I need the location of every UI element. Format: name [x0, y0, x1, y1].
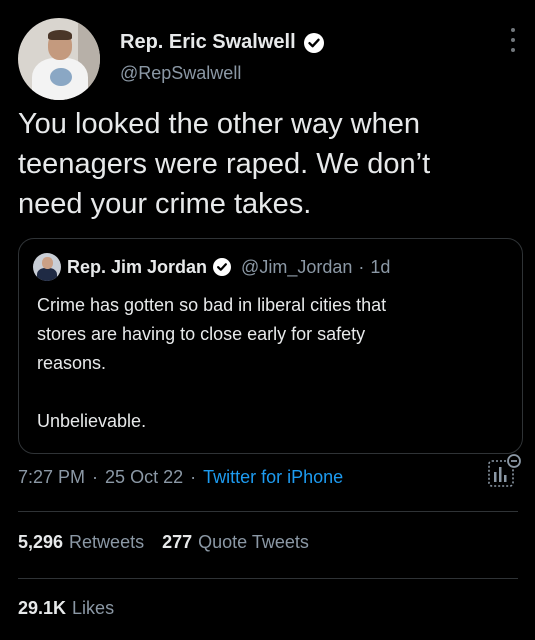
- tweet-metadata: 7:27 PM · 25 Oct 22 · Twitter for iPhone: [18, 467, 343, 488]
- quoted-tweet-header: Rep. Jim Jordan @Jim_Jordan · 1d: [33, 253, 390, 281]
- engagement-stats: 5,296 Retweets 277 Quote Tweets: [18, 532, 309, 553]
- author-avatar[interactable]: [18, 18, 100, 100]
- more-dots-icon[interactable]: [510, 28, 516, 52]
- avatar-hair: [48, 30, 72, 40]
- retweets-label: Retweets: [69, 532, 145, 552]
- verified-badge-icon: [303, 32, 324, 53]
- analytics-icon[interactable]: [486, 452, 522, 490]
- quoted-tweet-text: Crime has gotten so bad in liberal citie…: [37, 295, 387, 431]
- likes-count: 29.1K: [18, 598, 67, 618]
- verified-badge-icon: [213, 258, 232, 276]
- tweet-time[interactable]: 7:27 PM: [18, 467, 85, 488]
- likes-stat[interactable]: 29.1K Likes: [18, 598, 114, 619]
- tweet-text: You looked the other way when teenagers …: [18, 108, 431, 220]
- likes-label: Likes: [72, 598, 115, 618]
- author-handle[interactable]: @RepSwalwell: [120, 63, 241, 84]
- author-name-row: Rep. Eric Swalwell: [120, 31, 324, 54]
- quoted-tweet[interactable]: Rep. Jim Jordan @Jim_Jordan · 1d Crime h…: [18, 238, 523, 454]
- retweets-count: 5,296: [18, 532, 64, 552]
- divider: [18, 511, 518, 512]
- avatar-baby: [50, 68, 72, 86]
- quote-tweets-stat[interactable]: 277 Quote Tweets: [162, 532, 309, 553]
- author-name[interactable]: Rep. Eric Swalwell: [120, 31, 296, 54]
- quoted-timestamp: 1d: [370, 256, 391, 277]
- tweet-source-link[interactable]: Twitter for iPhone: [203, 467, 343, 488]
- meta-separator: ·: [92, 467, 99, 487]
- quoted-separator: ·: [358, 256, 365, 277]
- quoted-author-name: Rep. Jim Jordan: [67, 256, 208, 277]
- quote-tweets-label: Quote Tweets: [198, 532, 309, 552]
- quoted-author-avatar: [33, 253, 61, 281]
- divider: [18, 578, 518, 579]
- quote-tweets-count: 277: [162, 532, 193, 552]
- tweet-header: Rep. Eric Swalwell @RepSwalwell: [18, 18, 518, 100]
- tweet-date[interactable]: 25 Oct 22: [105, 467, 183, 488]
- retweets-stat[interactable]: 5,296 Retweets: [18, 532, 144, 553]
- meta-separator: ·: [190, 467, 197, 487]
- quoted-author-handle: @Jim_Jordan: [241, 256, 353, 277]
